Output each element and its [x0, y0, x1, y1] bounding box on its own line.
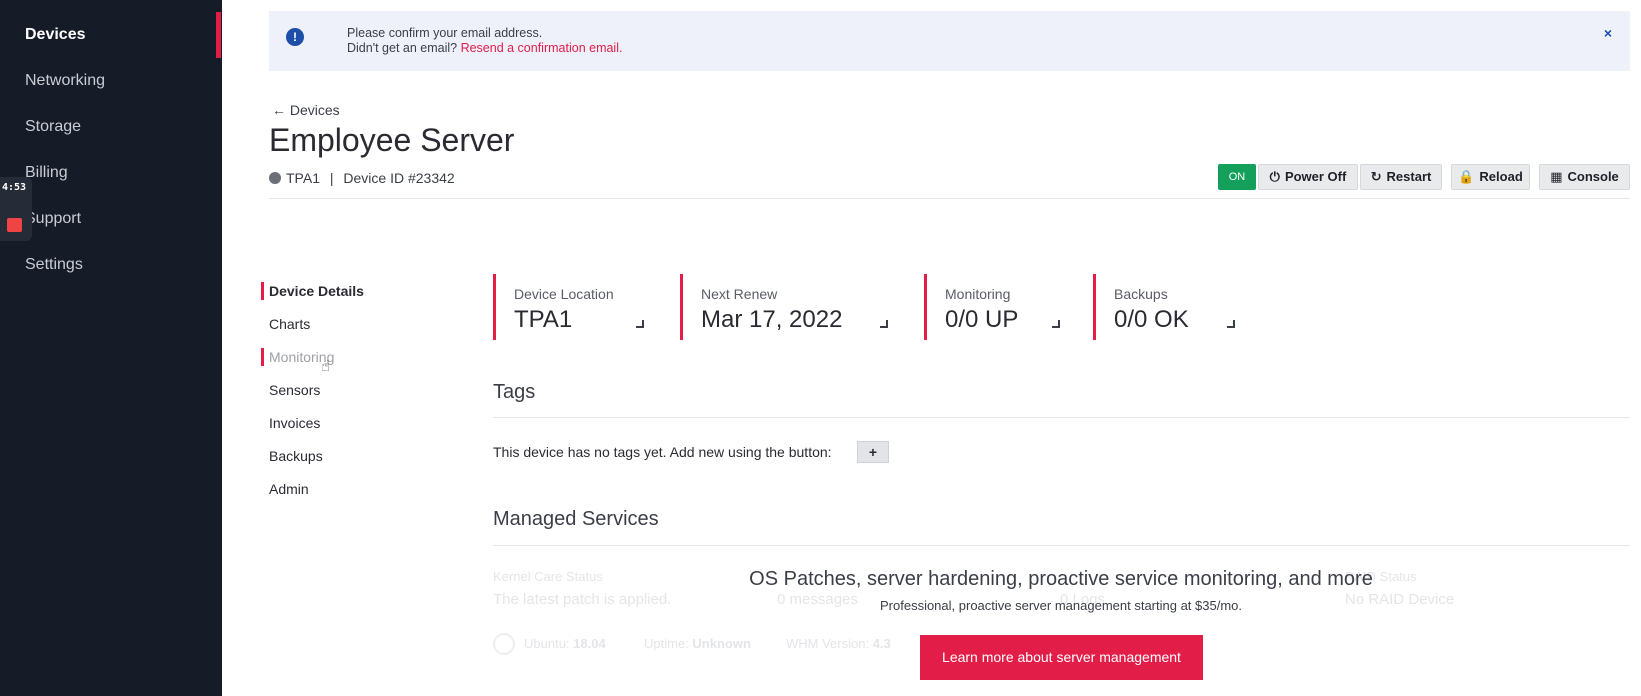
- subnav-invoices[interactable]: Invoices: [269, 415, 320, 431]
- console-button[interactable]: ▦ Console: [1539, 164, 1630, 190]
- subnav-charts[interactable]: Charts: [269, 316, 310, 332]
- stat-next-renew[interactable]: Next Renew Mar 17, 2022: [680, 274, 890, 340]
- sidebar-item-support[interactable]: Support: [25, 210, 81, 228]
- recording-time: 4:53: [2, 182, 27, 193]
- email-confirm-alert: ! Please confirm your email address. Did…: [269, 11, 1630, 71]
- messages-count: 0 messages: [777, 591, 858, 608]
- subnav-device-details[interactable]: Device Details: [269, 283, 364, 299]
- alert-resend-line: Didn't get an email? Resend a confirmati…: [347, 41, 622, 55]
- os-version: Ubuntu: 18.04: [524, 636, 606, 651]
- alert-resend-prefix: Didn't get an email?: [347, 41, 458, 55]
- stat-monitoring[interactable]: Monitoring 0/0 UP: [924, 274, 1061, 340]
- kernel-care-label: Kernel Care Status: [493, 569, 603, 584]
- back-link-label: Devices: [289, 102, 340, 118]
- device-id: Device ID #23342: [343, 170, 455, 186]
- tags-title: Tags: [493, 381, 536, 403]
- device-location: TPA1: [286, 170, 320, 186]
- recording-widget[interactable]: 4:53: [0, 177, 32, 241]
- info-icon: !: [286, 28, 304, 46]
- arrow-left-icon: ←: [272, 102, 286, 118]
- os-label: Ubuntu:: [524, 636, 570, 651]
- stat-value: Mar 17, 2022: [701, 306, 843, 333]
- stat-label: Device Location: [514, 286, 614, 302]
- whm-label: WHM Version:: [786, 636, 870, 651]
- lock-icon: 🔒: [1458, 169, 1475, 184]
- stat-device-location[interactable]: Device Location TPA1: [493, 274, 649, 340]
- os-value: 18.04: [573, 636, 606, 651]
- subnav-admin[interactable]: Admin: [269, 481, 309, 497]
- subnav-active-indicator: [261, 282, 264, 300]
- sidebar: Devices Networking Storage Billing Suppo…: [0, 0, 222, 696]
- stat-label: Backups: [1114, 286, 1168, 302]
- sidebar-item-storage[interactable]: Storage: [25, 118, 81, 136]
- expand-corner-icon: [636, 320, 644, 328]
- header-divider: [269, 198, 1630, 199]
- managed-services-title: Managed Services: [493, 508, 659, 530]
- managed-promo-title: OS Patches, server hardening, proactive …: [749, 568, 1373, 590]
- kernel-care-value: The latest patch is applied.: [493, 591, 672, 608]
- console-label: Console: [1567, 169, 1619, 184]
- stop-recording-icon[interactable]: [7, 218, 22, 232]
- raid-status-value: No RAID Device: [1345, 591, 1455, 608]
- stat-backups[interactable]: Backups 0/0 OK: [1093, 274, 1237, 340]
- reload-label: Reload: [1479, 169, 1523, 184]
- learn-more-button[interactable]: Learn more about server management: [920, 635, 1203, 680]
- hand-cursor-icon: ☝: [321, 358, 331, 375]
- restart-label: Restart: [1386, 169, 1432, 184]
- device-meta: TPA1 | Device ID #23342: [269, 170, 455, 186]
- sidebar-item-billing[interactable]: Billing: [25, 164, 68, 182]
- expand-corner-icon: [1052, 320, 1060, 328]
- tags-empty-text: This device has no tags yet. Add new usi…: [493, 444, 832, 460]
- whm-version: WHM Version: 4.3: [786, 636, 891, 651]
- resend-confirmation-link[interactable]: Resend a confirmation email.: [461, 41, 623, 55]
- stat-value: 0/0 UP: [945, 306, 1019, 333]
- alert-message: Please confirm your email address.: [347, 26, 543, 40]
- whm-value: 4.3: [872, 636, 891, 651]
- terminal-icon: ▦: [1550, 169, 1563, 184]
- reload-button[interactable]: 🔒 Reload: [1451, 164, 1530, 190]
- uptime-label: Uptime:: [644, 636, 689, 651]
- subnav-sensors[interactable]: Sensors: [269, 382, 320, 398]
- subnav-hover-indicator: [261, 348, 264, 366]
- power-status-badge[interactable]: ON: [1218, 164, 1256, 190]
- sidebar-item-devices[interactable]: Devices: [25, 26, 86, 44]
- expand-corner-icon: [1227, 320, 1235, 328]
- sidebar-active-indicator: [216, 12, 221, 58]
- power-off-button[interactable]: ⏻ Power Off: [1258, 164, 1358, 190]
- os-icon: [493, 633, 515, 655]
- page-title: Employee Server: [269, 122, 515, 158]
- restart-icon: ↻: [1370, 169, 1382, 184]
- restart-button[interactable]: ↻ Restart: [1360, 164, 1442, 190]
- stat-value: TPA1: [514, 306, 573, 333]
- sidebar-item-settings[interactable]: Settings: [25, 256, 83, 274]
- managed-promo-subtitle: Professional, proactive server managemen…: [879, 598, 1243, 613]
- stat-label: Monitoring: [945, 286, 1011, 302]
- managed-divider: [493, 545, 1630, 546]
- globe-icon: [269, 172, 281, 184]
- back-to-devices-link[interactable]: ← Devices: [272, 102, 340, 118]
- close-icon[interactable]: ×: [1604, 25, 1612, 41]
- sidebar-item-networking[interactable]: Networking: [25, 72, 105, 90]
- power-icon: ⏻: [1269, 169, 1280, 184]
- meta-separator: |: [329, 170, 334, 186]
- tags-divider: [493, 417, 1630, 418]
- power-off-label: Power Off: [1284, 169, 1347, 184]
- stat-value: 0/0 OK: [1114, 306, 1189, 333]
- uptime-value: Unknown: [692, 636, 751, 651]
- stat-label: Next Renew: [701, 286, 778, 302]
- subnav-backups[interactable]: Backups: [269, 448, 323, 464]
- expand-corner-icon: [880, 320, 888, 328]
- uptime: Uptime: Unknown: [644, 636, 751, 651]
- add-tag-button[interactable]: +: [857, 441, 889, 463]
